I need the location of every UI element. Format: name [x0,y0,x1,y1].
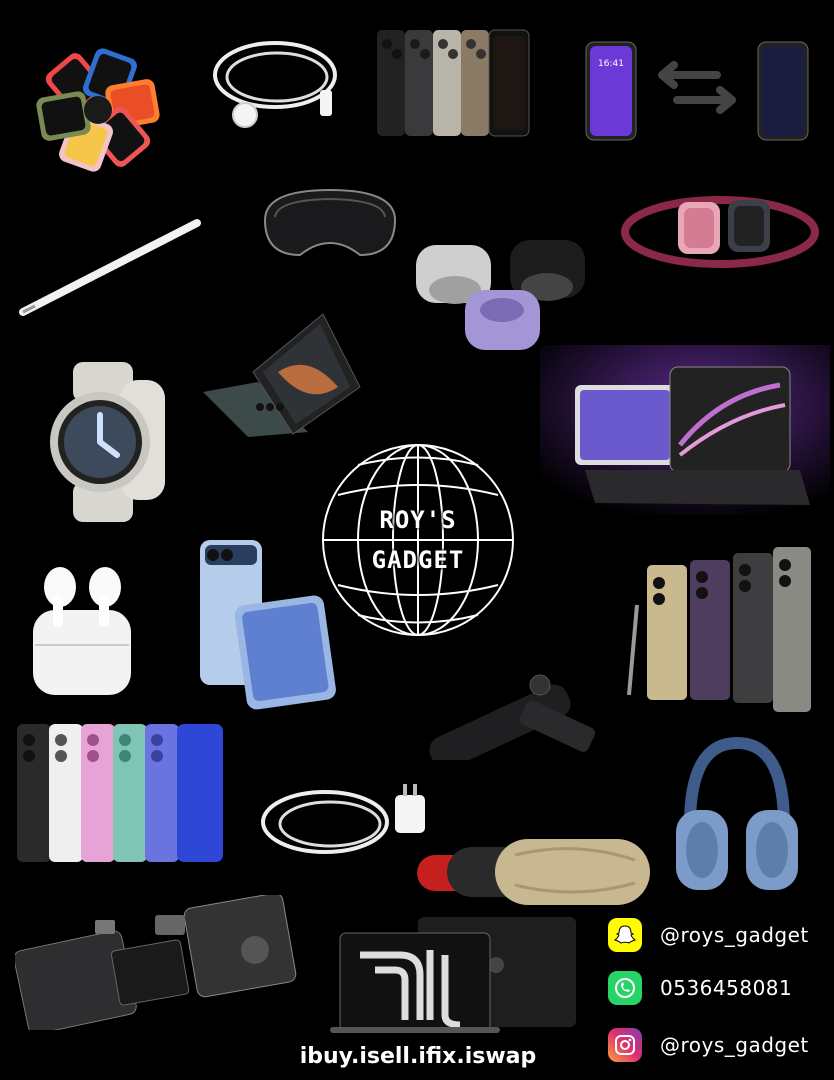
beats-pill-speaker-image [417,839,650,905]
apple-pencil-image [19,219,201,316]
galaxy-fold-image [203,313,361,437]
ipad-pro-keyboard-image [540,345,830,515]
apple-watch-bands-image [621,196,819,268]
galaxy-flip-image [200,540,336,710]
whatsapp-number: 0536458081 [660,976,793,1000]
watch-charger-cable-image [213,41,337,128]
whatsapp-icon [608,971,642,1005]
iphone-16-lineup-image [17,724,223,862]
instagram-handle: @roys_gadget [660,1033,809,1057]
snapchat-handle: @roys_gadget [660,923,809,947]
contact-snapchat[interactable]: @roys_gadget [608,917,834,953]
brand-name-line1: ROY'S [379,506,457,534]
vision-pro-headset-image [263,188,397,257]
contact-whatsapp[interactable]: 0536458081 [608,970,834,1006]
airpods-pro-image [33,567,131,695]
phone-repair-parts-image [15,895,297,1030]
iphone-pro-lineup-image [377,29,530,137]
galaxy-buds-image [416,240,585,350]
iphone-swap-image: 16:41 [585,41,809,141]
phone-screen-time: 16:41 [598,59,624,69]
brand-name-line2: GADGET [371,546,465,574]
apple-watch-collection-image [36,48,160,172]
brand-logo: ROY'S GADGET [318,440,518,640]
galaxy-watch-image [50,362,165,522]
macbook-pro-image [330,917,576,1033]
snapchat-icon [608,918,642,952]
instagram-icon [608,1028,642,1062]
usb-c-charger-image [261,784,425,854]
galaxy-ultra-lineup-image [627,547,811,712]
contact-instagram[interactable]: @roys_gadget [608,1027,834,1063]
fire-tv-stick-image [429,674,595,760]
airpods-max-image [676,736,798,890]
tagline: ibuy.isell.ifix.iswap [299,1044,537,1069]
